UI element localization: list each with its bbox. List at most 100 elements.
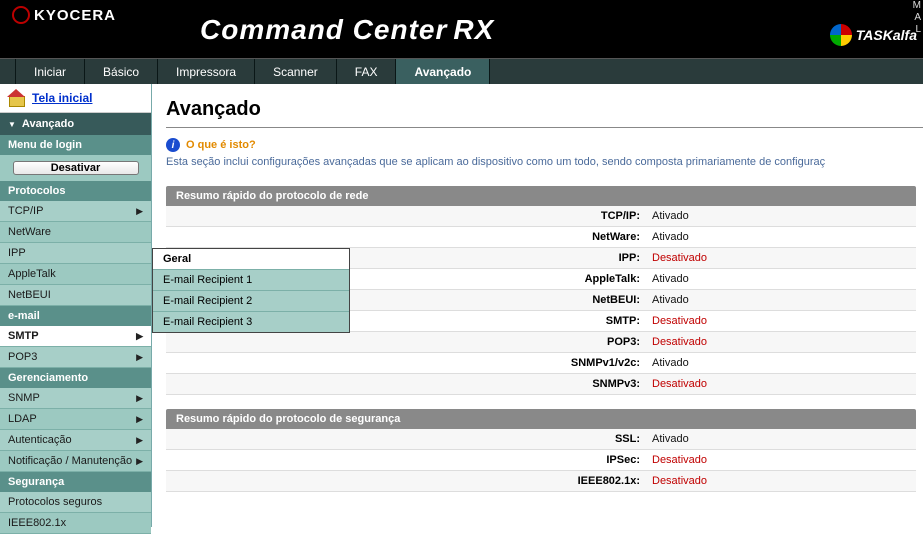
sidebar-item-label: SNMP — [8, 392, 40, 404]
tab-iniciar[interactable]: Iniciar — [16, 59, 85, 84]
tab-impressora[interactable]: Impressora — [158, 59, 255, 84]
home-link[interactable]: Tela inicial — [32, 91, 92, 105]
sidebar-item-ldap[interactable]: LDAP ▶ — [0, 409, 151, 430]
panel-header: Resumo rápido do protocolo de segurança — [166, 409, 916, 429]
sidebar-item-secure-protocols[interactable]: Protocolos seguros — [0, 492, 151, 513]
row-label: POP3: — [166, 332, 646, 352]
submenu-item-recipient-1[interactable]: E-mail Recipient 1 — [153, 270, 349, 291]
what-is-this-link[interactable]: O que é isto? — [186, 139, 256, 151]
section-description: Esta seção inclui configurações avançada… — [166, 156, 923, 168]
sidebar-item-snmp[interactable]: SNMP ▶ — [0, 388, 151, 409]
topnav-spacer — [0, 59, 16, 84]
sidebar-item-label: LDAP — [8, 413, 37, 425]
sidebar-item-label: NetBEUI — [8, 289, 51, 301]
sidebar-item-label: Notificação / Manutenção — [8, 455, 132, 467]
row-value: Ativado — [646, 429, 689, 449]
sidebar-item-netbeui[interactable]: NetBEUI — [0, 285, 151, 306]
sidebar-item-smtp[interactable]: SMTP ▶ — [0, 326, 151, 347]
corner-link-2[interactable]: L — [913, 24, 921, 36]
top-nav: Iniciar Básico Impressora Scanner FAX Av… — [0, 58, 923, 84]
row-label: SSL: — [166, 429, 646, 449]
info-row: i O que é isto? — [166, 138, 923, 152]
sidebar-item-appletalk[interactable]: AppleTalk — [0, 264, 151, 285]
model-label: TASKalfa — [830, 24, 917, 46]
corner-link-1[interactable]: A — [913, 12, 921, 24]
row-value: Ativado — [646, 269, 689, 289]
model-logo-icon — [830, 24, 852, 46]
sidebar-mgmt-header: Gerenciamento — [0, 368, 151, 388]
sidebar-item-label: IPP — [8, 247, 26, 259]
row-ipsec: IPSec:Desativado — [166, 450, 916, 471]
product-title-main: Command Center — [200, 14, 447, 46]
row-ieee8021x: IEEE802.1x:Desativado — [166, 471, 916, 492]
submenu-item-recipient-2[interactable]: E-mail Recipient 2 — [153, 291, 349, 312]
brand-logo-icon — [12, 6, 30, 24]
header-corner-links: M A L — [913, 0, 921, 36]
sidebar-security-header: Segurança — [0, 472, 151, 492]
sidebar-item-label: TCP/IP — [8, 205, 43, 217]
sidebar-protocols-header: Protocolos — [0, 181, 151, 201]
row-value: Desativado — [646, 471, 707, 491]
title-rule — [166, 127, 923, 128]
sidebar-email-header: e-mail — [0, 306, 151, 326]
chevron-right-icon: ▶ — [136, 414, 143, 425]
sidebar-item-pop3[interactable]: POP3▶ — [0, 347, 151, 368]
sidebar-item-netware[interactable]: NetWare — [0, 222, 151, 243]
sidebar: Tela inicial ▼ Avançado Menu de login De… — [0, 84, 152, 527]
sidebar-section-label: Avançado — [22, 118, 74, 130]
tab-scanner[interactable]: Scanner — [255, 59, 337, 84]
product-title-suffix: RX — [453, 14, 494, 46]
brand: KYOCERA — [12, 6, 116, 24]
submenu-item-recipient-3[interactable]: E-mail Recipient 3 — [153, 312, 349, 332]
row-value: Ativado — [646, 227, 689, 247]
tab-avancado[interactable]: Avançado — [396, 59, 490, 84]
row-pop3: POP3:Desativado — [166, 332, 916, 353]
panel-security-summary: Resumo rápido do protocolo de segurança … — [166, 409, 916, 492]
sidebar-item-notif[interactable]: Notificação / Manutenção ▶ — [0, 451, 151, 472]
sidebar-item-label: SMTP — [8, 330, 39, 342]
sidebar-item-auth[interactable]: Autenticação▶ — [0, 430, 151, 451]
sidebar-item-ipp[interactable]: IPP — [0, 243, 151, 264]
row-value: Desativado — [646, 311, 707, 331]
chevron-right-icon: ▶ — [136, 456, 143, 467]
row-label: SNMPv3: — [166, 374, 646, 394]
row-label: NetWare: — [166, 227, 646, 247]
row-value: Desativado — [646, 450, 707, 470]
sidebar-section-header[interactable]: ▼ Avançado — [0, 113, 151, 135]
row-value: Ativado — [646, 206, 689, 226]
brand-text: KYOCERA — [34, 7, 116, 24]
deactivate-button[interactable]: Desativar — [13, 161, 139, 175]
panel-header: Resumo rápido do protocolo de rede — [166, 186, 916, 206]
product-title: Command Center RX — [200, 14, 494, 46]
page-title: Avançado — [166, 98, 923, 121]
sidebar-login-header: Menu de login — [0, 135, 151, 155]
chevron-right-icon: ▶ — [136, 206, 143, 217]
row-value: Ativado — [646, 353, 689, 373]
sidebar-item-label: POP3 — [8, 351, 37, 363]
row-netware: NetWare:Ativado — [166, 227, 916, 248]
row-ssl: SSL:Ativado — [166, 429, 916, 450]
tab-basico[interactable]: Básico — [85, 59, 158, 84]
chevron-right-icon: ▶ — [136, 393, 143, 404]
tab-fax[interactable]: FAX — [337, 59, 397, 84]
row-label: SNMPv1/v2c: — [166, 353, 646, 373]
row-label: TCP/IP: — [166, 206, 646, 226]
sidebar-item-ieee8021x[interactable]: IEEE802.1x — [0, 513, 151, 534]
sidebar-home[interactable]: Tela inicial — [0, 84, 151, 113]
sidebar-item-label: Protocolos seguros — [8, 496, 102, 508]
row-label: IPSec: — [166, 450, 646, 470]
row-value: Desativado — [646, 332, 707, 352]
sidebar-item-label: NetWare — [8, 226, 51, 238]
chevron-right-icon: ▶ — [136, 331, 143, 342]
sidebar-item-tcpip[interactable]: TCP/IP ▶ — [0, 201, 151, 222]
row-tcpip: TCP/IP:Ativado — [166, 206, 916, 227]
sidebar-item-label: Autenticação — [8, 434, 72, 446]
panel-body: SSL:Ativado IPSec:Desativado IEEE802.1x:… — [166, 429, 916, 492]
row-snmpv3: SNMPv3:Desativado — [166, 374, 916, 395]
corner-link-0[interactable]: M — [913, 0, 921, 12]
info-icon: i — [166, 138, 180, 152]
submenu-item-geral[interactable]: Geral — [153, 249, 349, 270]
header-bar: KYOCERA Command Center RX TASKalfa M A L — [0, 0, 923, 58]
sidebar-item-label: AppleTalk — [8, 268, 56, 280]
row-value: Desativado — [646, 248, 707, 268]
